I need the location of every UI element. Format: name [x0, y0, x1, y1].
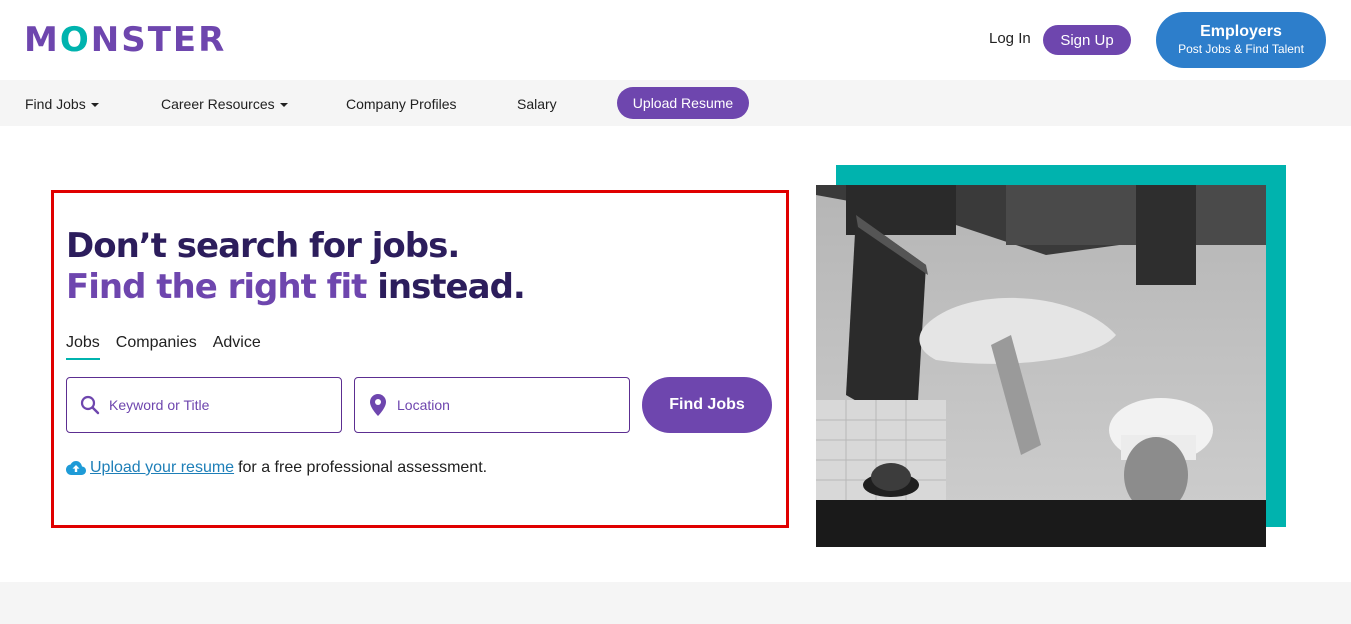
headline-line-1: Don’t search for jobs.	[66, 226, 460, 266]
page-bottom-band	[0, 582, 1351, 624]
nav-item-find-jobs[interactable]: Find Jobs	[25, 96, 99, 112]
hero-headline: Don’t search for jobs. Find the right fi…	[66, 226, 526, 308]
headline-rest: instead.	[366, 267, 526, 307]
location-pin-icon	[367, 394, 389, 416]
logo-letter-m: M	[24, 20, 60, 60]
location-field[interactable]	[354, 377, 630, 433]
tab-advice[interactable]: Advice	[213, 334, 261, 360]
nav-item-salary[interactable]: Salary	[517, 96, 557, 112]
caret-down-icon	[279, 103, 288, 108]
headline-accent: Find the right fit	[66, 267, 367, 307]
employers-subtitle: Post Jobs & Find Talent	[1178, 42, 1304, 56]
tab-companies[interactable]: Companies	[116, 334, 197, 360]
logo-letter-o: O	[59, 20, 91, 60]
headline-line-2: Find the right fit instead.	[66, 267, 526, 308]
nav-item-career-resources[interactable]: Career Resources	[161, 96, 288, 112]
login-link[interactable]: Log In	[989, 30, 1031, 47]
site-header: M O NSTER Log In Sign Up Employers Post Jo…	[0, 0, 1351, 80]
employers-title: Employers	[1200, 23, 1282, 40]
upload-resume-button[interactable]: Upload Resume	[617, 87, 749, 119]
nav-item-label: Find Jobs	[25, 96, 86, 112]
upload-resume-prompt: Upload your resume for a free profession…	[66, 459, 487, 477]
nav-item-company-profiles[interactable]: Company Profiles	[346, 96, 457, 112]
search-icon	[79, 394, 101, 416]
upload-resume-suffix: for a free professional assessment.	[238, 459, 488, 476]
cloud-upload-icon	[66, 460, 86, 476]
logo-letters-nster: NSTER	[90, 20, 227, 60]
monster-logo[interactable]: M O NSTER	[24, 20, 227, 60]
tab-jobs[interactable]: Jobs	[66, 334, 100, 360]
caret-down-icon	[90, 103, 99, 108]
search-tabs: Jobs Companies Advice	[66, 334, 261, 360]
hero-photo-pizza-chef	[816, 185, 1266, 547]
keyword-field[interactable]	[66, 377, 342, 433]
nav-item-label: Career Resources	[161, 96, 275, 112]
employers-button[interactable]: Employers Post Jobs & Find Talent	[1156, 12, 1326, 68]
nav-item-label: Salary	[517, 96, 557, 112]
location-input[interactable]	[397, 397, 597, 413]
nav-item-label: Company Profiles	[346, 96, 457, 112]
upload-resume-link[interactable]: Upload your resume	[90, 459, 234, 477]
signup-button[interactable]: Sign Up	[1043, 25, 1131, 55]
find-jobs-button[interactable]: Find Jobs	[642, 377, 772, 433]
keyword-input[interactable]	[109, 397, 309, 413]
